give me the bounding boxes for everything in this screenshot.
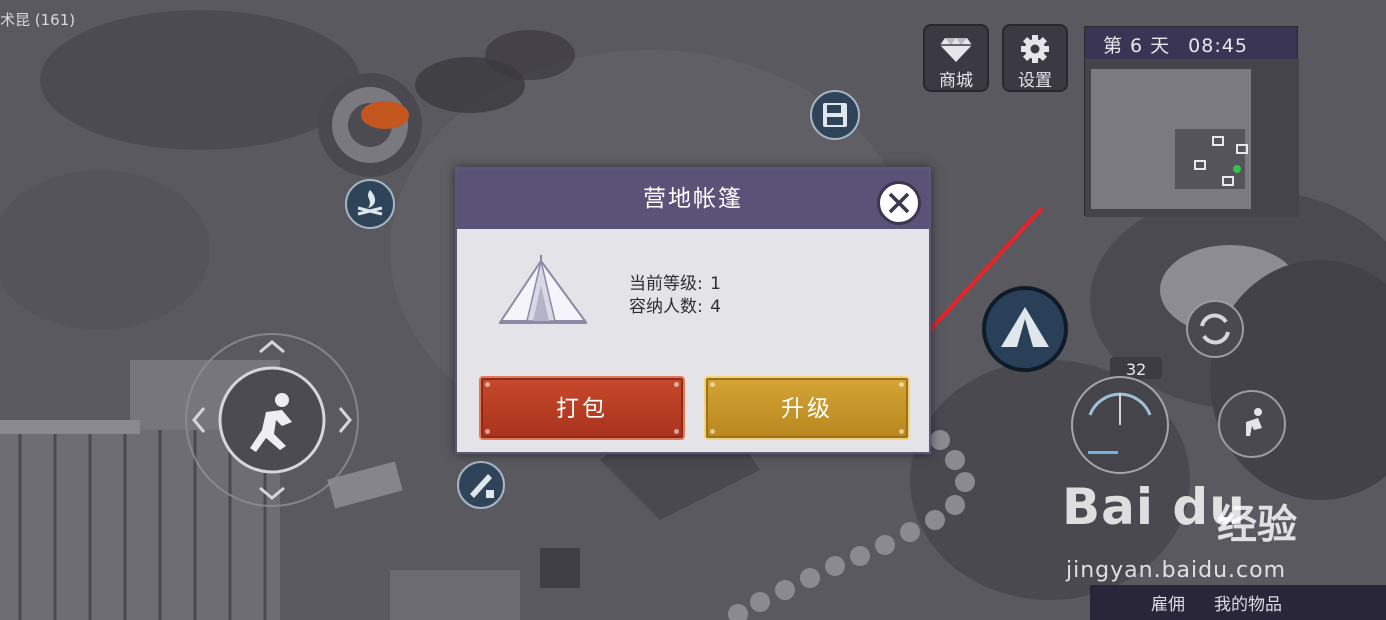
settings-label: 设置 (1018, 71, 1052, 91)
campfire-pit (318, 73, 422, 177)
my-items-button[interactable]: 我的物品 (1214, 590, 1282, 615)
level-row: 当前等级: 1 (629, 273, 721, 296)
shop-button[interactable]: 商城 (923, 24, 989, 92)
minimap-terrain (1085, 59, 1299, 217)
shop-label: 商城 (939, 71, 973, 91)
close-button[interactable] (877, 181, 921, 225)
baidu-watermark: Bai du 经验 jingyan.baidu.com (1062, 470, 1322, 590)
dialog-title: 营地帐篷 (457, 169, 929, 229)
tent-image (499, 255, 587, 324)
ammo-count: 32 (1126, 360, 1147, 379)
player-label: 术昆 (161) (0, 11, 76, 29)
pack-label: 打包 (556, 396, 608, 422)
level-label: 当前等级: (629, 274, 703, 294)
weapon-gauge[interactable] (1064, 355, 1176, 479)
capacity-row: 容纳人数: 4 (629, 296, 721, 319)
saw-icon[interactable] (456, 460, 506, 510)
pack-button[interactable]: 打包 (479, 376, 685, 440)
level-value: 1 (710, 274, 721, 294)
settings-button[interactable]: 设置 (1002, 24, 1068, 92)
diamond-icon (940, 38, 972, 62)
minimap[interactable]: 第 6 天 08:45 (1084, 26, 1299, 217)
hire-button[interactable]: 雇佣 (1151, 590, 1185, 615)
refresh-button[interactable] (1184, 298, 1246, 360)
bottom-menu-bar: 雇佣 我的物品 (1090, 585, 1386, 620)
watermark-url: jingyan.baidu.com (1066, 558, 1287, 583)
gear-icon (1021, 35, 1049, 63)
day-label: 第 6 天 (1103, 35, 1171, 57)
campfire-icon[interactable] (344, 178, 396, 230)
movement-joystick[interactable] (182, 330, 362, 510)
upgrade-button[interactable]: 升级 (704, 376, 910, 440)
capacity-label: 容纳人数: (629, 297, 703, 317)
day-time-display: 第 6 天 08:45 (1085, 27, 1297, 59)
time-label: 08:45 (1188, 35, 1248, 57)
capacity-value: 4 (710, 297, 721, 317)
save-icon[interactable] (809, 89, 861, 141)
close-icon (888, 192, 910, 214)
upgrade-label: 升级 (781, 396, 833, 422)
camp-tent-dialog: 营地帐篷 当前等级: 1 容纳人数: 4 打包 升级 (455, 167, 931, 454)
tent-info: 当前等级: 1 容纳人数: 4 (629, 273, 721, 319)
watermark-title: 经验 (1217, 502, 1297, 548)
sprint-button[interactable] (1216, 388, 1288, 460)
